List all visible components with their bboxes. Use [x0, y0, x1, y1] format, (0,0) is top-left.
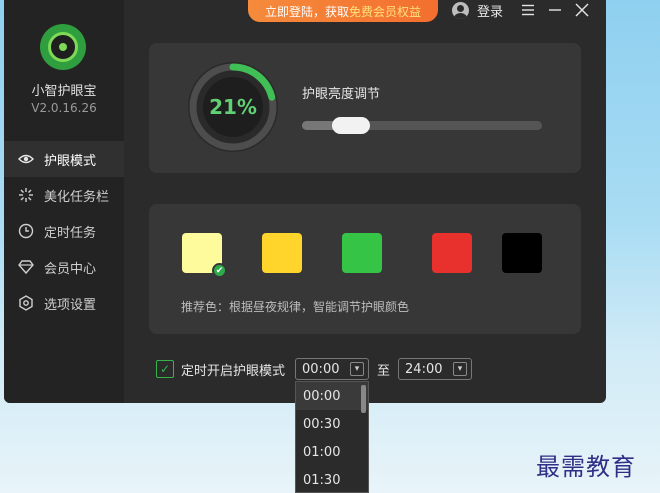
sidebar-item-vip[interactable]: 会员中心: [4, 249, 124, 285]
app-logo: [40, 24, 86, 70]
chevron-down-icon: ▾: [453, 362, 468, 376]
time-separator: 至: [377, 363, 391, 379]
check-icon: ✔: [212, 263, 227, 278]
watermark: 最需教育: [536, 453, 636, 481]
app-version: V2.0.16.26: [31, 101, 97, 115]
login-label: 登录: [477, 4, 504, 20]
color-swatch-black[interactable]: [502, 233, 542, 273]
color-swatch-red[interactable]: [432, 233, 472, 273]
login-button[interactable]: 登录: [452, 0, 503, 20]
sidebar-item-taskbar[interactable]: 美化任务栏: [4, 177, 124, 213]
start-time-select[interactable]: 00:00 ▾: [295, 358, 370, 380]
promo-highlight: 免费会员权益: [349, 4, 422, 19]
dropdown-scrollbar[interactable]: [361, 385, 366, 413]
time-option[interactable]: 01:30: [296, 466, 368, 493]
start-time-dropdown: 00:00 00:30 01:00 01:30: [295, 381, 369, 493]
diamond-icon: [18, 259, 34, 275]
brightness-title: 护眼亮度调节: [302, 87, 381, 102]
chevron-down-icon: ▾: [350, 362, 365, 376]
start-time-value: 00:00: [302, 361, 340, 377]
minimize-icon[interactable]: [545, 0, 565, 20]
sidebar-item-label: 定时任务: [44, 225, 97, 241]
brightness-slider[interactable]: [302, 117, 542, 134]
end-time-select[interactable]: 24:00 ▾: [398, 358, 473, 380]
sidebar-item-settings[interactable]: 选项设置: [4, 285, 124, 321]
app-name: 小智护眼宝: [31, 84, 97, 99]
time-option[interactable]: 00:30: [296, 410, 368, 438]
settings-icon: [18, 295, 34, 311]
clock-icon: [18, 223, 34, 239]
slider-thumb[interactable]: [332, 117, 371, 134]
brightness-percent: 21%: [209, 95, 257, 119]
time-option[interactable]: 00:00: [296, 382, 368, 410]
promo-text: 立即登陆，获取: [264, 4, 349, 19]
timer-checkbox[interactable]: ✓: [156, 360, 174, 378]
recommend-text: 推荐色：根据昼夜规律，智能调节护眼颜色: [181, 300, 410, 314]
sidebar-item-label: 美化任务栏: [44, 189, 110, 205]
color-card: ✔ 推荐色：根据昼夜规律，智能调节护眼颜色: [149, 204, 581, 334]
color-swatch-green[interactable]: [342, 233, 382, 273]
sidebar-item-label: 选项设置: [44, 297, 97, 313]
sidebar-item-eye-mode[interactable]: 护眼模式: [4, 141, 124, 177]
sidebar-item-label: 会员中心: [44, 261, 97, 277]
sidebar-item-schedule[interactable]: 定时任务: [4, 213, 124, 249]
user-avatar-icon: [452, 1, 469, 19]
close-icon[interactable]: [572, 0, 592, 20]
color-swatch-yellow[interactable]: [262, 233, 302, 273]
brightness-card: 21% 护眼亮度调节: [149, 43, 581, 173]
sidebar-item-label: 护眼模式: [44, 153, 97, 169]
sidebar-nav: 护眼模式 美化任务栏 定时任务 会员中心 选项设置: [4, 141, 124, 321]
sparkle-icon: [18, 187, 34, 203]
timer-row: ✓ 定时开启护眼模式 00:00 ▾ 至 24:00 ▾: [156, 357, 473, 381]
time-option[interactable]: 01:00: [296, 438, 368, 466]
timer-label: 定时开启护眼模式: [181, 363, 286, 379]
color-swatch-yellow-light[interactable]: ✔: [182, 233, 227, 278]
eye-icon: [18, 151, 34, 167]
app-window: 小智护眼宝 V2.0.16.26 护眼模式 美化任务栏 定时任务 会员中心 选项…: [4, 0, 606, 403]
menu-icon[interactable]: [518, 0, 538, 20]
end-time-value: 24:00: [405, 361, 443, 377]
sidebar: 小智护眼宝 V2.0.16.26 护眼模式 美化任务栏 定时任务 会员中心 选项…: [4, 0, 124, 403]
login-promo-banner[interactable]: 立即登陆，获取 免费会员权益: [248, 0, 438, 22]
